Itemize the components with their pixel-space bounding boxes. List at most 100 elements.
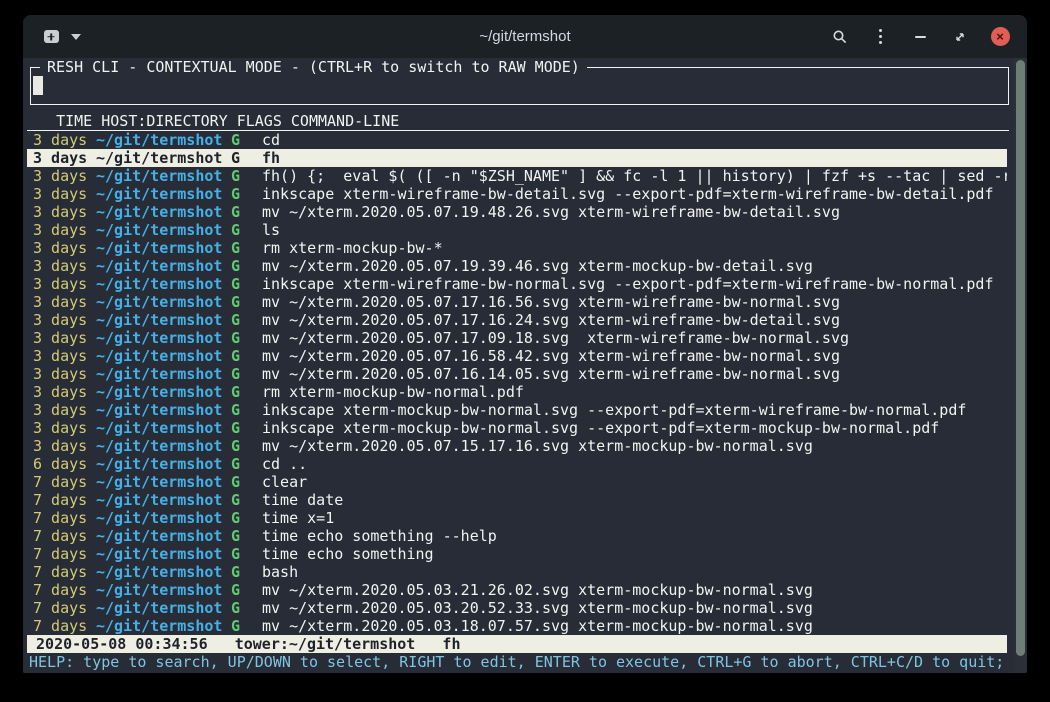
history-row[interactable]: 3 days~/git/termshotGinkscape xterm-mock… bbox=[27, 401, 1007, 419]
history-row[interactable]: 3 days~/git/termshotGmv ~/xterm.2020.05.… bbox=[27, 365, 1007, 383]
row-host-directory: ~/git/termshot bbox=[96, 365, 231, 383]
history-row[interactable]: 3 days~/git/termshotGmv ~/xterm.2020.05.… bbox=[27, 437, 1007, 455]
table-header: TIME HOST:DIRECTORY FLAGS COMMAND-LINE bbox=[27, 113, 1009, 131]
scrollbar-thumb[interactable] bbox=[1016, 60, 1025, 656]
search-button[interactable] bbox=[827, 24, 853, 50]
row-host-directory: ~/git/termshot bbox=[96, 563, 231, 581]
row-time: 3 days bbox=[33, 221, 96, 239]
history-row[interactable]: 3 days~/git/termshotGinkscape xterm-mock… bbox=[27, 419, 1007, 437]
row-command: inkscape xterm-wireframe-bw-normal.svg -… bbox=[262, 275, 1007, 293]
restore-icon bbox=[953, 30, 967, 44]
row-time: 3 days bbox=[33, 167, 96, 185]
history-row[interactable]: 3 days~/git/termshotGmv ~/xterm.2020.05.… bbox=[27, 257, 1007, 275]
close-button[interactable]: × bbox=[987, 24, 1013, 50]
row-flags: G bbox=[231, 203, 262, 221]
history-row[interactable]: 7 days~/git/termshotGmv ~/xterm.2020.05.… bbox=[27, 581, 1007, 599]
history-row[interactable]: 3 days~/git/termshotGls bbox=[27, 221, 1007, 239]
history-row[interactable]: 7 days~/git/termshotGmv ~/xterm.2020.05.… bbox=[27, 599, 1007, 617]
row-host-directory: ~/git/termshot bbox=[96, 599, 231, 617]
row-flags: G bbox=[231, 329, 262, 347]
history-row[interactable]: 7 days~/git/termshotGmv ~/xterm.2020.05.… bbox=[27, 617, 1007, 635]
row-host-directory: ~/git/termshot bbox=[96, 149, 231, 167]
row-time: 3 days bbox=[33, 311, 96, 329]
status-bar: 2020-05-08 00:34:56 tower:~/git/termshot… bbox=[27, 635, 1007, 653]
row-command: mv ~/xterm.2020.05.07.17.09.18.svg xterm… bbox=[262, 329, 1007, 347]
row-host-directory: ~/git/termshot bbox=[96, 491, 231, 509]
row-flags: G bbox=[231, 383, 262, 401]
row-host-directory: ~/git/termshot bbox=[96, 383, 231, 401]
row-flags: G bbox=[231, 563, 262, 581]
chevron-down-icon[interactable] bbox=[71, 34, 81, 40]
history-row[interactable]: 3 days~/git/termshotGmv ~/xterm.2020.05.… bbox=[27, 311, 1007, 329]
row-flags: G bbox=[231, 149, 262, 167]
row-command: mv ~/xterm.2020.05.07.15.17.16.svg xterm… bbox=[262, 437, 1007, 455]
row-flags: G bbox=[231, 293, 262, 311]
row-flags: G bbox=[231, 221, 262, 239]
titlebar[interactable]: ~/git/termshot × bbox=[23, 15, 1027, 58]
row-host-directory: ~/git/termshot bbox=[96, 275, 231, 293]
history-row[interactable]: 7 days~/git/termshotGclear bbox=[27, 473, 1007, 491]
close-icon: × bbox=[991, 27, 1010, 46]
row-command: time echo something --help bbox=[262, 527, 1007, 545]
history-row[interactable]: 3 days~/git/termshotGmv ~/xterm.2020.05.… bbox=[27, 329, 1007, 347]
search-input[interactable]: RESH CLI - CONTEXTUAL MODE - (CTRL+R to … bbox=[30, 67, 1009, 105]
row-command: inkscape xterm-mockup-bw-normal.svg --ex… bbox=[262, 401, 1007, 419]
row-flags: G bbox=[231, 239, 262, 257]
row-time: 7 days bbox=[33, 527, 96, 545]
row-flags: G bbox=[231, 545, 262, 563]
history-row[interactable]: 6 days~/git/termshotGcd .. bbox=[27, 455, 1007, 473]
row-host-directory: ~/git/termshot bbox=[96, 239, 231, 257]
row-time: 7 days bbox=[33, 617, 96, 635]
history-row[interactable]: 3 days~/git/termshotGcd bbox=[27, 131, 1007, 149]
history-row[interactable]: 3 days~/git/termshotGfh() {; eval $( ([ … bbox=[27, 167, 1007, 185]
desktop-background: { "titlebar": { "title": "~/git/termshot… bbox=[0, 0, 1050, 702]
row-time: 3 days bbox=[33, 185, 96, 203]
history-row[interactable]: 3 days~/git/termshotGrm xterm-mockup-bw-… bbox=[27, 239, 1007, 257]
history-row[interactable]: 7 days~/git/termshotGtime echo something… bbox=[27, 527, 1007, 545]
text-cursor bbox=[33, 76, 43, 95]
row-command: mv ~/xterm.2020.05.07.16.58.42.svg xterm… bbox=[262, 347, 1007, 365]
row-flags: G bbox=[231, 599, 262, 617]
restore-button[interactable] bbox=[947, 24, 973, 50]
row-flags: G bbox=[231, 473, 262, 491]
history-row[interactable]: 7 days~/git/termshotGtime echo something bbox=[27, 545, 1007, 563]
history-row[interactable]: 3 days~/git/termshotGinkscape xterm-wire… bbox=[27, 275, 1007, 293]
row-command: cd bbox=[262, 131, 1007, 149]
row-flags: G bbox=[231, 275, 262, 293]
history-row[interactable]: 3 days~/git/termshotGmv ~/xterm.2020.05.… bbox=[27, 347, 1007, 365]
row-host-directory: ~/git/termshot bbox=[96, 311, 231, 329]
row-time: 3 days bbox=[33, 419, 96, 437]
row-command: cd .. bbox=[262, 455, 1007, 473]
menu-button[interactable] bbox=[867, 24, 893, 50]
row-flags: G bbox=[231, 347, 262, 365]
minimize-button[interactable] bbox=[907, 24, 933, 50]
row-host-directory: ~/git/termshot bbox=[96, 347, 231, 365]
row-flags: G bbox=[231, 185, 262, 203]
row-host-directory: ~/git/termshot bbox=[96, 437, 231, 455]
row-command: mv ~/xterm.2020.05.03.18.07.57.svg xterm… bbox=[262, 617, 1007, 635]
row-time: 3 days bbox=[33, 365, 96, 383]
history-row-selected[interactable]: 3 days~/git/termshotGfh bbox=[27, 149, 1007, 167]
history-row[interactable]: 3 days~/git/termshotGrm xterm-mockup-bw-… bbox=[27, 383, 1007, 401]
search-panel-title: RESH CLI - CONTEXTUAL MODE - (CTRL+R to … bbox=[40, 58, 587, 76]
scrollbar-trough[interactable] bbox=[1013, 58, 1027, 673]
history-row[interactable]: 7 days~/git/termshotGtime x=1 bbox=[27, 509, 1007, 527]
history-row[interactable]: 7 days~/git/termshotGbash bbox=[27, 563, 1007, 581]
history-row[interactable]: 3 days~/git/termshotGmv ~/xterm.2020.05.… bbox=[27, 293, 1007, 311]
row-time: 3 days bbox=[33, 275, 96, 293]
row-time: 3 days bbox=[33, 293, 96, 311]
row-host-directory: ~/git/termshot bbox=[96, 131, 231, 149]
row-command: mv ~/xterm.2020.05.07.19.39.46.svg xterm… bbox=[262, 257, 1007, 275]
row-host-directory: ~/git/termshot bbox=[96, 455, 231, 473]
help-bar: HELP: type to search, UP/DOWN to select,… bbox=[27, 653, 1027, 671]
row-host-directory: ~/git/termshot bbox=[96, 509, 231, 527]
history-row[interactable]: 7 days~/git/termshotGtime date bbox=[27, 491, 1007, 509]
row-time: 3 days bbox=[33, 149, 96, 167]
row-host-directory: ~/git/termshot bbox=[96, 581, 231, 599]
row-host-directory: ~/git/termshot bbox=[96, 221, 231, 239]
row-flags: G bbox=[231, 455, 262, 473]
history-row[interactable]: 3 days~/git/termshotGinkscape xterm-wire… bbox=[27, 185, 1007, 203]
row-host-directory: ~/git/termshot bbox=[96, 293, 231, 311]
new-tab-button[interactable] bbox=[41, 28, 61, 46]
history-row[interactable]: 3 days~/git/termshotGmv ~/xterm.2020.05.… bbox=[27, 203, 1007, 221]
